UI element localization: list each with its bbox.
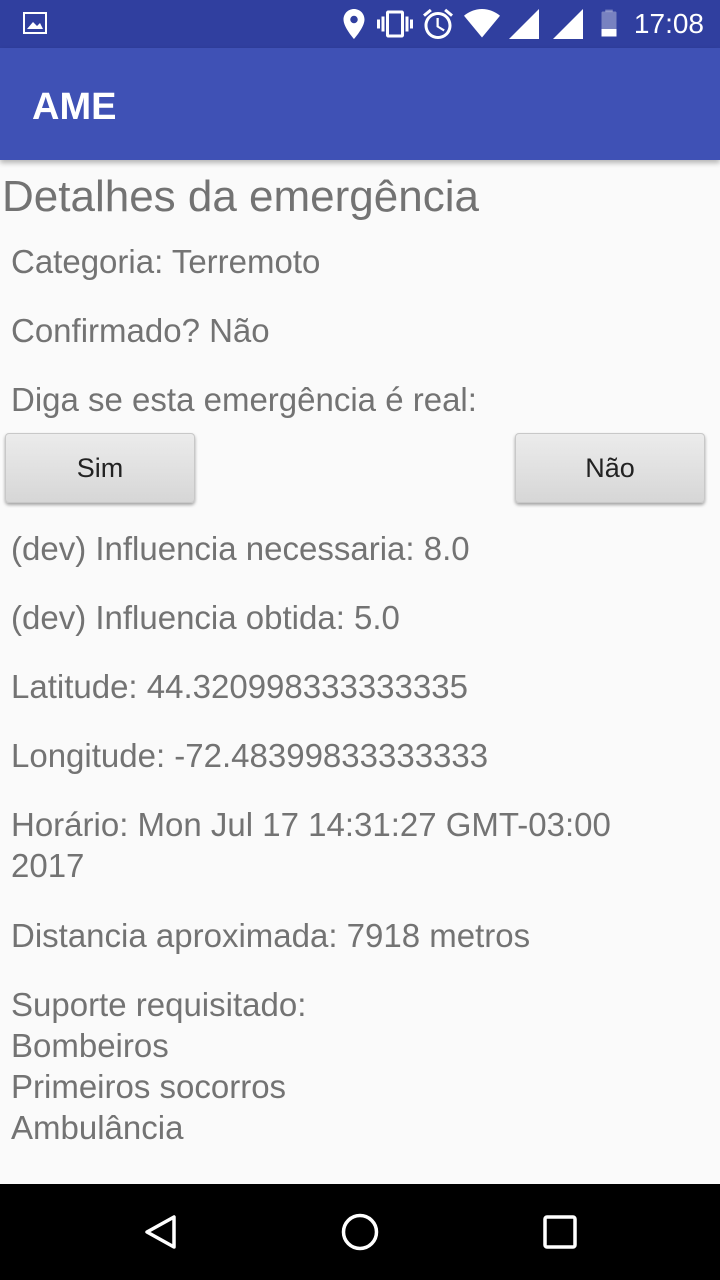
alarm-icon	[422, 8, 453, 39]
app-bar: AME	[0, 48, 720, 160]
support-item: Bombeiros	[11, 1027, 169, 1064]
yes-button[interactable]: Sim	[5, 433, 195, 503]
category-text: Categoria: Terremoto	[11, 243, 321, 280]
time-text-line: Horário: Mon Jul 17 14:31:27 GMT-03:00	[11, 806, 611, 843]
battery-icon	[601, 9, 617, 37]
confirm-prompt: Diga se esta emergência é real:	[11, 381, 477, 418]
influence-required-text: (dev) Influencia necessaria: 8.0	[11, 530, 470, 567]
time-text: Horário: Mon Jul 17 14:31:27 GMT-03:00 2…	[11, 804, 711, 886]
clock: 17:08	[633, 8, 704, 39]
back-icon[interactable]	[140, 1212, 180, 1252]
gallery-icon	[23, 12, 47, 34]
status-bar: 17:08	[0, 0, 720, 48]
navigation-bar	[0, 1184, 720, 1280]
longitude-text: Longitude: -72.48399833333333	[11, 737, 489, 774]
no-button[interactable]: Não	[515, 433, 705, 503]
influence-obtained-text: (dev) Influencia obtida: 5.0	[11, 599, 400, 636]
support-item: Ambulância	[11, 1109, 184, 1146]
time-text-line: 2017	[11, 847, 85, 884]
confirmed-text: Confirmado? Não	[11, 312, 270, 349]
latitude-text: Latitude: 44.320998333333335	[11, 668, 468, 705]
page-title: Detalhes da emergência	[2, 172, 479, 221]
location-icon	[343, 9, 365, 39]
app-title: AME	[32, 86, 117, 128]
home-icon[interactable]	[340, 1212, 380, 1252]
distance-text: Distancia aproximada: 7918 metros	[11, 917, 531, 954]
signal-icon	[552, 9, 583, 39]
recents-icon[interactable]	[540, 1212, 580, 1252]
signal-icon	[508, 9, 539, 39]
vibrate-icon	[376, 10, 413, 38]
support-item: Primeiros socorros	[11, 1068, 287, 1105]
wifi-icon	[463, 9, 500, 38]
support-section: Suporte requisitado: Bombeiros Primeiros…	[11, 984, 711, 1148]
support-header: Suporte requisitado:	[11, 986, 307, 1023]
